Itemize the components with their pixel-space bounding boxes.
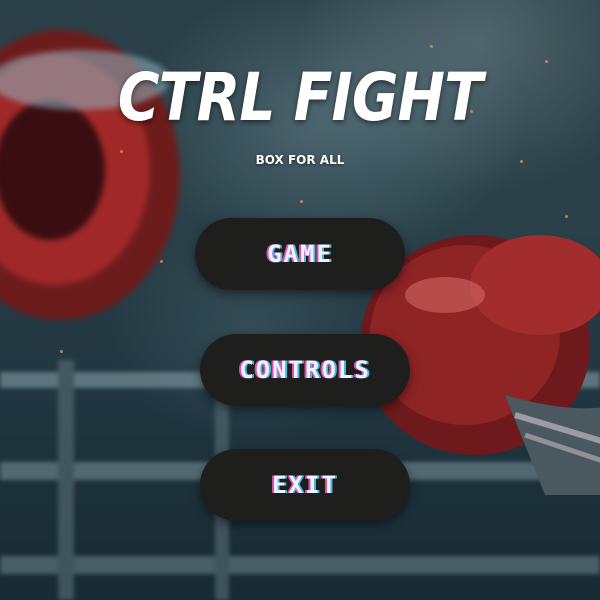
ring-post-left (58, 360, 74, 600)
controls-button[interactable]: CONTROLS (200, 334, 410, 406)
ring-rope-bottom (0, 556, 600, 574)
game-button-label: GAME (267, 240, 333, 268)
game-title: CTRL FIGHT (117, 59, 483, 136)
controls-button-label: CONTROLS (239, 356, 371, 384)
exit-button-label: EXIT (272, 471, 338, 499)
main-menu-screen: CTRL FIGHT BOX FOR ALL GAME CONTROLS EXI… (0, 0, 600, 600)
exit-button[interactable]: EXIT (200, 449, 410, 521)
game-button[interactable]: GAME (195, 218, 405, 290)
game-subtitle: BOX FOR ALL (255, 153, 345, 167)
